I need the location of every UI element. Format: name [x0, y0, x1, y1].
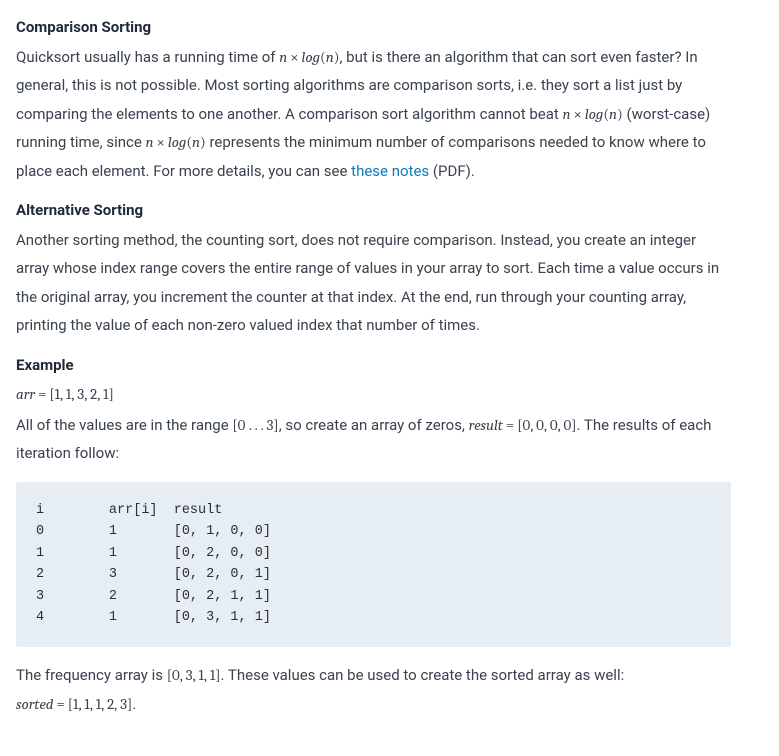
heading-comparison-sorting: Comparison Sorting	[16, 16, 731, 39]
heading-example: Example	[16, 354, 731, 377]
text: The frequency array is	[16, 666, 167, 684]
text: Another sorting method, the counting sor…	[16, 231, 719, 335]
code-iteration-table: i arr[i] result 0 1 [0, 1, 0, 0] 1 1 [0,…	[16, 482, 731, 648]
text: All of the values are in the range	[16, 416, 232, 434]
paragraph-example-heading: Example arr=[1, 1, 3, 2, 1]	[16, 354, 731, 409]
link-these-notes[interactable]: these notes	[351, 162, 429, 180]
math-sorted-array: sorted=[1, 1, 1, 2, 3]	[16, 695, 132, 713]
paragraph-example-conclusion: The frequency array is [0, 3, 1, 1]. The…	[16, 661, 731, 718]
paragraph-example-intro: All of the values are in the range [0 . …	[16, 411, 731, 468]
math-nlogn-3: n×log(n)	[146, 133, 206, 151]
math-nlogn-2: n×log(n)	[563, 105, 623, 123]
math-result-init: result=[0, 0, 0, 0]	[469, 416, 577, 434]
heading-alternative-sorting: Alternative Sorting	[16, 199, 731, 222]
text: .	[132, 695, 136, 713]
math-nlogn-1: n×log(n)	[279, 48, 339, 66]
math-range: [0 . . . 3]	[232, 416, 278, 434]
text: Quicksort usually has a running time of	[16, 48, 279, 66]
text: (PDF).	[429, 162, 475, 180]
math-arr-definition: arr=[1, 1, 3, 2, 1]	[16, 385, 114, 403]
text: , so create an array of zeros,	[279, 416, 469, 434]
paragraph-alternative-sorting: Alternative Sorting Another sorting meth…	[16, 199, 731, 340]
paragraph-comparison-sorting: Comparison Sorting Quicksort usually has…	[16, 16, 731, 185]
text: . These values can be used to create the…	[221, 666, 625, 684]
math-frequency-array: [0, 3, 1, 1]	[167, 666, 221, 684]
